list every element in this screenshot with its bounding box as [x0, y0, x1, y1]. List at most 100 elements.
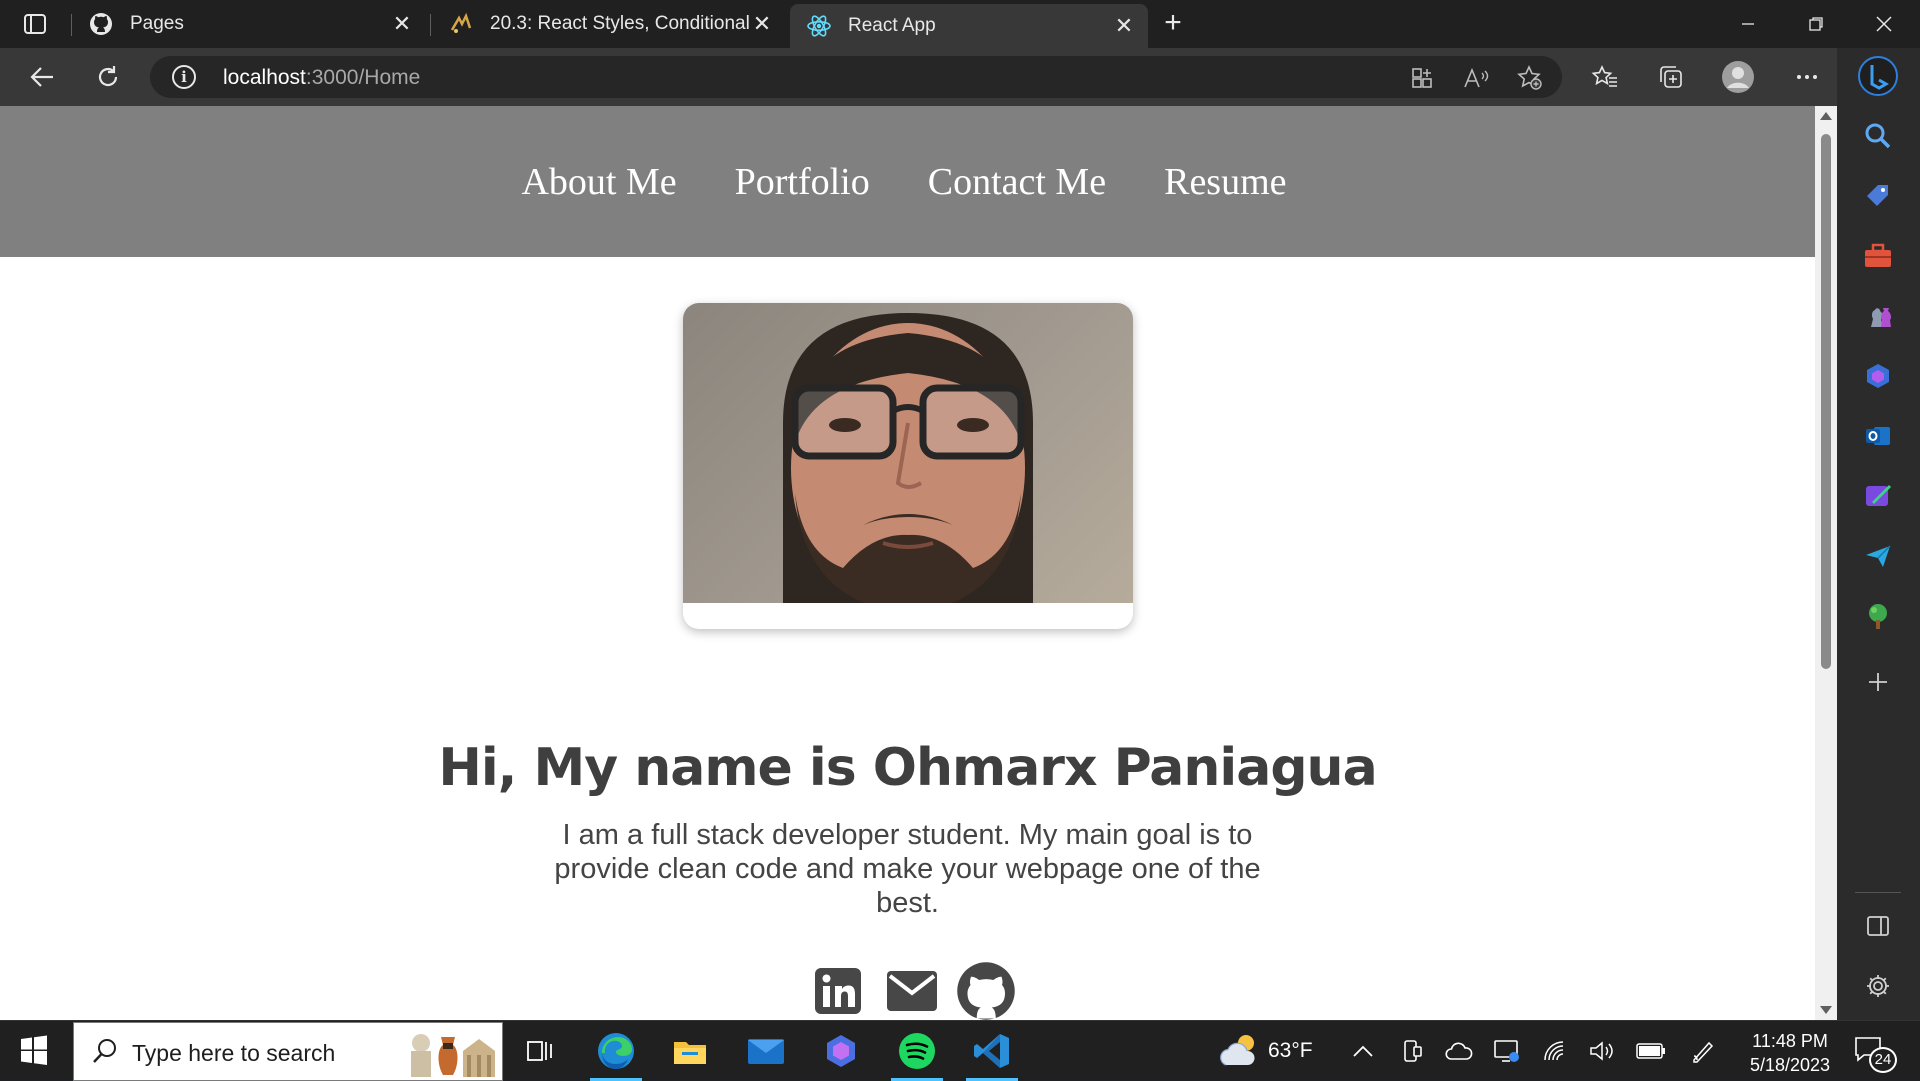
reload-button[interactable] [88, 57, 128, 97]
email-icon[interactable] [882, 961, 942, 1020]
search-placeholder: Type here to search [132, 1040, 336, 1066]
sidebar-divider [1855, 892, 1901, 893]
bing-chat-button[interactable] [1858, 56, 1898, 96]
sidebar-outlook-button[interactable] [1858, 416, 1898, 456]
battery-tray[interactable] [1636, 1021, 1666, 1081]
taskbar-search[interactable]: Type here to search [73, 1022, 503, 1081]
close-icon [1876, 16, 1892, 32]
edge-sidebar [1837, 48, 1920, 1020]
nav-link-portfolio[interactable]: Portfolio [735, 160, 870, 204]
cloud-icon [1445, 1042, 1473, 1060]
scrollbar-thumb[interactable] [1821, 134, 1831, 669]
add-favorite-icon[interactable] [1516, 64, 1544, 92]
profile-button[interactable] [1718, 57, 1758, 97]
linkedin-icon[interactable] [808, 961, 868, 1020]
new-tab-button[interactable]: + [1158, 8, 1188, 39]
onedrive-tray[interactable] [1445, 1021, 1473, 1081]
tree-icon [1869, 604, 1887, 629]
vscode-icon [974, 1034, 1009, 1068]
minimize-button[interactable] [1720, 6, 1776, 42]
bing-icon [1858, 56, 1898, 96]
tag-icon [1867, 185, 1888, 206]
sidebar-settings-button[interactable] [1858, 966, 1898, 1006]
edge-icon [598, 1033, 634, 1069]
meet-now-tray[interactable] [1400, 1021, 1424, 1081]
volume-tray[interactable] [1588, 1021, 1616, 1081]
security-tray[interactable] [1493, 1021, 1521, 1081]
designer-icon [1866, 485, 1891, 506]
scroll-down-icon[interactable] [1820, 1006, 1832, 1014]
tab-actions-button[interactable] [12, 8, 58, 40]
sidebar-designer-button[interactable] [1858, 476, 1898, 516]
spotify-icon [899, 1033, 935, 1069]
sidebar-shopping-button[interactable] [1858, 176, 1898, 216]
close-window-button[interactable] [1856, 6, 1912, 42]
address-bar[interactable]: i localhost:3000/Home [150, 56, 1562, 98]
social-links [808, 961, 1016, 1020]
hero-description: I am a full stack developer student. My … [554, 819, 1261, 919]
task-view-button[interactable] [510, 1021, 570, 1081]
weather-widget[interactable] [1218, 1021, 1262, 1081]
tab-course[interactable]: 20.3: React Styles, Conditional Re ✕ [432, 4, 786, 44]
favorites-button[interactable] [1585, 57, 1625, 97]
close-tab-icon[interactable]: ✕ [390, 11, 414, 36]
scroll-up-icon[interactable] [1820, 112, 1832, 120]
collections-button[interactable] [1651, 57, 1691, 97]
panel-icon [1867, 916, 1889, 936]
plus-icon [1869, 673, 1887, 691]
edge-taskbar-button[interactable] [586, 1021, 646, 1081]
github-icon[interactable] [956, 961, 1016, 1020]
notification-center-button[interactable]: 24 [1853, 1035, 1897, 1073]
speaker-icon [1590, 1041, 1613, 1061]
copilot-taskbar-button[interactable] [811, 1021, 871, 1081]
nav-link-contact-me[interactable]: Contact Me [928, 160, 1106, 204]
sidebar-search-button[interactable] [1858, 116, 1898, 156]
tab-pages[interactable]: Pages ✕ [72, 4, 426, 44]
reload-icon [98, 66, 118, 87]
more-options-button[interactable] [1787, 57, 1827, 97]
site-info-icon[interactable]: i [172, 65, 196, 89]
file-explorer-button[interactable] [660, 1021, 720, 1081]
weather-temperature: 63°F [1268, 1039, 1313, 1062]
nav-link-resume[interactable]: Resume [1164, 160, 1286, 204]
mail-icon [748, 1039, 784, 1064]
ellipsis-icon [1797, 75, 1817, 79]
gear-icon [1867, 975, 1889, 997]
browser-toolbar: i localhost:3000/Home [0, 48, 1920, 106]
copilot-icon [1867, 364, 1889, 388]
sidebar-tools-button[interactable] [1858, 236, 1898, 276]
sidebar-add-button[interactable] [1858, 662, 1898, 702]
restore-button[interactable] [1788, 6, 1844, 42]
tab-react-app[interactable]: React App ✕ [790, 4, 1148, 48]
app-available-icon[interactable] [1408, 64, 1436, 92]
sidebar-copilot-button[interactable] [1858, 356, 1898, 396]
sidebar-send-button[interactable] [1858, 536, 1898, 576]
show-hidden-icons-button[interactable] [1352, 1021, 1374, 1081]
close-tab-icon[interactable]: ✕ [1112, 13, 1136, 38]
search-highlight-icon [411, 1034, 495, 1077]
toolbox-icon [1865, 243, 1891, 267]
page-scrollbar[interactable] [1815, 106, 1837, 1020]
spotify-button[interactable] [887, 1021, 947, 1081]
vscode-button[interactable] [962, 1021, 1022, 1081]
back-button[interactable] [22, 57, 62, 97]
taskbar-clock[interactable]: 11:48 PM 5/18/2023 [1735, 1029, 1845, 1077]
sidebar-toggle-button[interactable] [1858, 906, 1898, 946]
page-viewport: About Me Portfolio Contact Me Resume Hi,… [0, 106, 1815, 1020]
clock-time: 11:48 PM [1752, 1031, 1828, 1051]
nav-link-about-me[interactable]: About Me [521, 160, 676, 204]
wifi-icon [1544, 1041, 1564, 1061]
pen-tray[interactable] [1690, 1021, 1716, 1081]
read-aloud-icon[interactable] [1462, 64, 1490, 92]
url-text[interactable]: localhost:3000/Home [223, 66, 420, 90]
chess-piece-icon [1871, 308, 1892, 327]
start-button[interactable] [14, 1033, 54, 1069]
search-icon [93, 1039, 116, 1063]
network-tray[interactable] [1542, 1021, 1568, 1081]
clock-date: 5/18/2023 [1749, 1055, 1831, 1075]
weather-cloudy-icon [1220, 1035, 1255, 1066]
mail-button[interactable] [736, 1021, 796, 1081]
close-tab-icon[interactable]: ✕ [750, 11, 774, 36]
sidebar-tree-button[interactable] [1858, 596, 1898, 636]
sidebar-games-button[interactable] [1858, 296, 1898, 336]
